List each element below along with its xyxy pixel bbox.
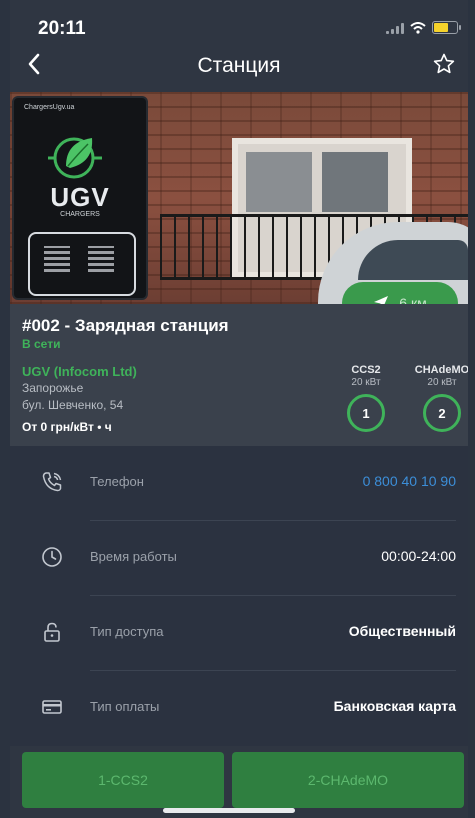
lock-icon — [44, 622, 60, 642]
connector-button-1[interactable]: 1-CCS2 — [22, 752, 224, 808]
detail-row-access: Тип доступа Общественный — [10, 596, 468, 671]
connector-buttons: 1-CCS2 2-CHAdeMO — [10, 752, 468, 808]
status-time: 20:11 — [38, 18, 86, 39]
detail-row-hours: Время работы 00:00-24:00 — [10, 521, 468, 596]
connector-number: 1 — [347, 394, 385, 432]
signal-icon — [386, 22, 404, 34]
clock-icon — [42, 547, 62, 567]
leaf-logo-icon — [48, 137, 102, 179]
station-photo: ChargersUgv.ua UGV CHARGERS — [10, 92, 468, 304]
station-name: #002 - Зарядная станция — [22, 316, 229, 335]
star-outline-icon — [433, 53, 455, 74]
charger-sign: ChargersUgv.ua UGV CHARGERS — [14, 98, 146, 298]
station-info: #002 - Зарядная станция В сети UGV (Info… — [10, 304, 468, 446]
station-address: бул. Шевченко, 54 — [22, 398, 124, 412]
connector-type: CHAdeMO — [414, 364, 468, 376]
phone-link[interactable]: 0 800 40 10 90 — [363, 473, 456, 489]
wifi-icon — [410, 21, 426, 34]
station-price: От 0 грн/кВт • ч — [22, 420, 112, 434]
station-company[interactable]: UGV (Infocom Ltd) — [22, 364, 137, 379]
sign-url: ChargersUgv.ua — [24, 104, 75, 111]
detail-label: Телефон — [90, 474, 144, 489]
station-status: В сети — [22, 337, 61, 351]
phone-icon — [42, 472, 62, 492]
app-screen: 20:11 Станция ChargersUgv.ua UGV CHARGER… — [10, 0, 468, 818]
detail-row-phone[interactable]: Телефон 0 800 40 10 90 — [10, 446, 468, 521]
detail-label: Время работы — [90, 549, 177, 564]
credit-card-icon — [42, 700, 62, 714]
nav-header: Станция — [10, 50, 468, 86]
detail-label: Тип оплаты — [90, 699, 160, 714]
status-bar: 20:11 — [10, 18, 468, 44]
home-indicator[interactable] — [163, 808, 295, 813]
sign-phone-graphic — [28, 232, 136, 296]
sign-brand: UGV — [50, 182, 110, 212]
connector-button-2[interactable]: 2-CHAdeMO — [232, 752, 464, 808]
detail-row-payment: Тип оплаты Банковская карта — [10, 671, 468, 746]
connector-number: 2 — [423, 394, 461, 432]
battery-icon — [432, 21, 461, 34]
connector-power: 20 кВт — [427, 377, 457, 388]
favorite-button[interactable] — [432, 52, 456, 81]
detail-value: 00:00-24:00 — [381, 548, 456, 564]
connector-chademo[interactable]: CHAdeMO 20 кВт 2 — [402, 364, 468, 432]
station-city: Запорожье — [22, 381, 84, 395]
station-details: Телефон 0 800 40 10 90 Время работы 00:0… — [10, 446, 468, 746]
detail-label: Тип доступа — [90, 624, 164, 639]
detail-value: Общественный — [348, 623, 456, 639]
page-title: Станция — [197, 54, 281, 77]
connector-ccs2[interactable]: CCS2 20 кВт 1 — [326, 364, 406, 432]
sign-sub: CHARGERS — [60, 211, 100, 218]
connector-type: CCS2 — [351, 364, 381, 376]
status-icons — [386, 21, 461, 34]
detail-value: Банковская карта — [333, 698, 456, 714]
connector-power: 20 кВт — [351, 377, 381, 388]
